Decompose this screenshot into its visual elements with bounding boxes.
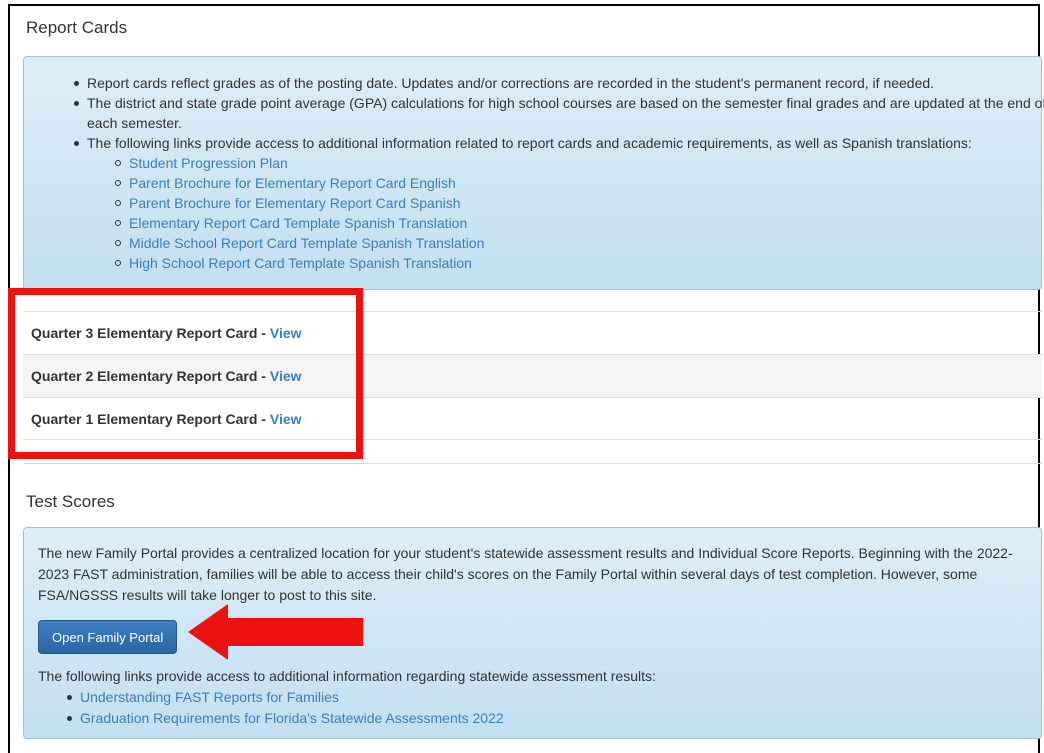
list-item: Student Progression Plan	[115, 153, 1044, 173]
list-item: Parent Brochure for Elementary Report Ca…	[115, 173, 1044, 193]
test-scores-info-box: The new Family Portal provides a central…	[23, 527, 1042, 739]
assessment-links-intro: The following links provide access to ad…	[38, 668, 656, 684]
test-scores-title: Test Scores	[26, 492, 115, 511]
list-item: Parent Brochure for Elementary Report Ca…	[115, 193, 1044, 213]
bullet-posting-date: Report cards reflect grades as of the po…	[74, 73, 1044, 93]
test-scores-intro: The new Family Portal provides a central…	[38, 545, 1013, 603]
report-card-resource-links: Student Progression Plan Parent Brochure…	[115, 153, 1044, 273]
link-brochure-english[interactable]: Parent Brochure for Elementary Report Ca…	[129, 175, 456, 191]
link-brochure-spanish[interactable]: Parent Brochure for Elementary Report Ca…	[129, 195, 461, 211]
report-cards-bullets: Report cards reflect grades as of the po…	[74, 73, 1044, 273]
link-elementary-template-spanish[interactable]: Elementary Report Card Template Spanish …	[129, 215, 467, 231]
list-item: Graduation Requirements for Florida's St…	[67, 708, 504, 729]
open-family-portal-button[interactable]: Open Family Portal	[38, 620, 178, 654]
bullet-gpa: The district and state grade point avera…	[74, 93, 1044, 133]
link-middle-template-spanish[interactable]: Middle School Report Card Template Spani…	[129, 235, 484, 251]
link-student-progression-plan[interactable]: Student Progression Plan	[129, 155, 288, 171]
highlight-box	[8, 288, 363, 459]
bullet-links: The following links provide access to ad…	[74, 133, 1044, 273]
red-left-arrow-icon	[188, 604, 363, 660]
assessment-links: Understanding FAST Reports for Families …	[67, 687, 504, 729]
link-high-template-spanish[interactable]: High School Report Card Template Spanish…	[129, 255, 472, 271]
report-cards-info-box: Report cards reflect grades as of the po…	[23, 56, 1044, 290]
list-item: Middle School Report Card Template Spani…	[115, 233, 1044, 253]
section-divider	[23, 463, 1042, 464]
list-item: High School Report Card Template Spanish…	[115, 253, 1044, 273]
link-understanding-fast-reports[interactable]: Understanding FAST Reports for Families	[80, 689, 339, 705]
list-item: Elementary Report Card Template Spanish …	[115, 213, 1044, 233]
bullet-links-text: The following links provide access to ad…	[87, 135, 972, 151]
report-cards-title: Report Cards	[26, 18, 128, 37]
link-graduation-requirements[interactable]: Graduation Requirements for Florida's St…	[80, 710, 504, 726]
list-item: Understanding FAST Reports for Families	[67, 687, 504, 708]
